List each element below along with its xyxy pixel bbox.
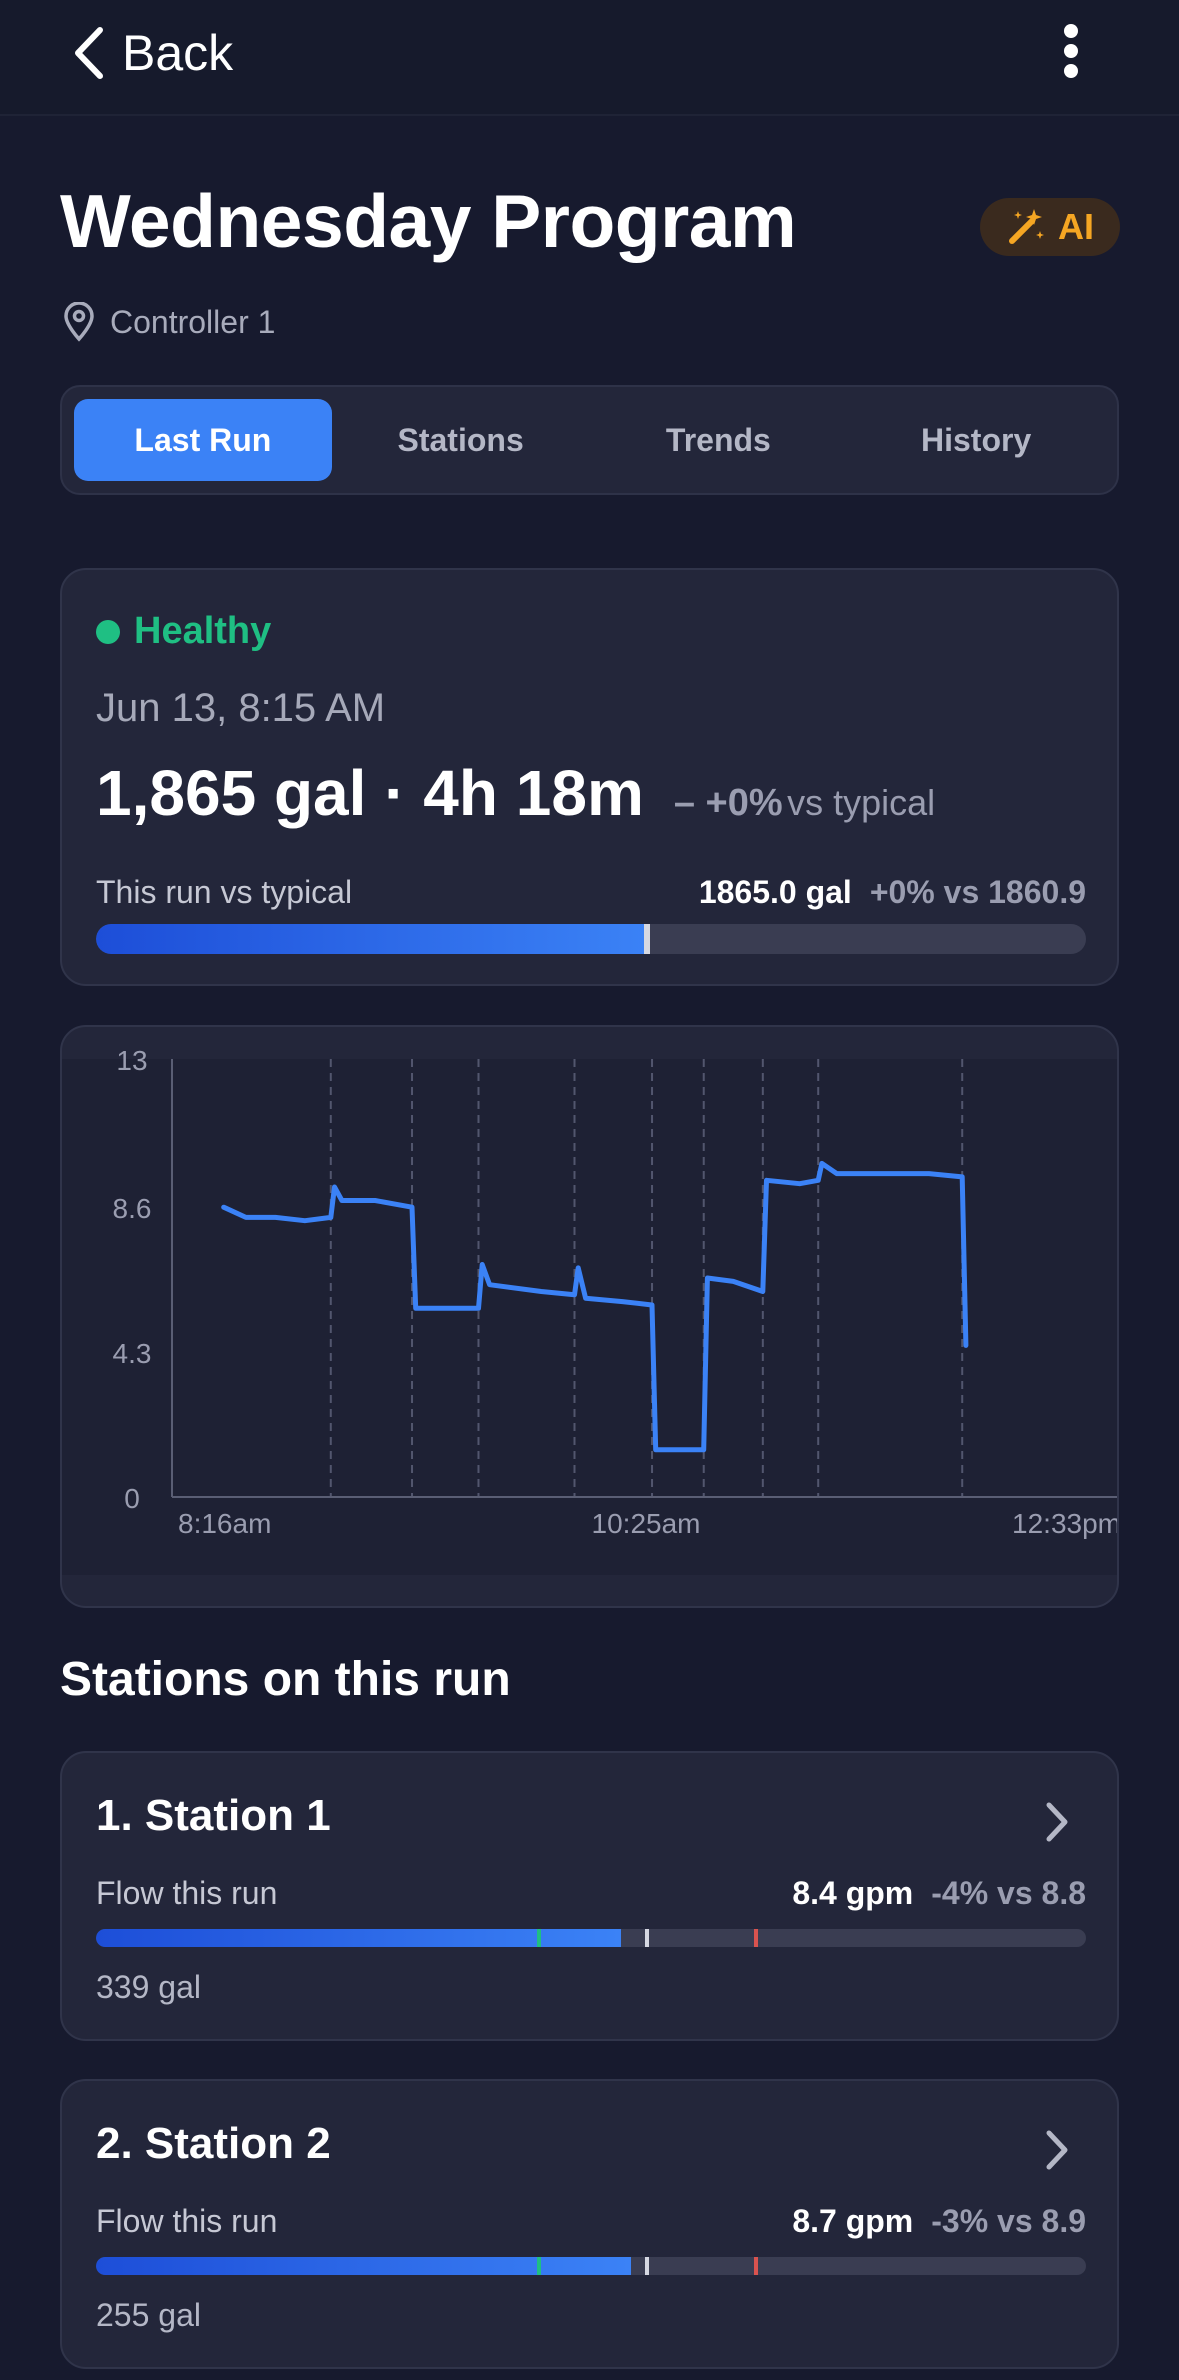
ai-label: AI: [1058, 206, 1094, 247]
high-threshold-tick: [754, 1929, 759, 1947]
chevron-right-icon[interactable]: [1037, 2125, 1077, 2175]
station-flow-bar: [96, 1929, 1086, 1947]
run-totals: 1,865 gal · 4h 18m – +0% vs typical: [96, 756, 935, 830]
run-total: 1,865 gal · 4h 18m: [96, 757, 644, 829]
flow-row: Flow this run 8.7 gpm -3% vs 8.9: [96, 2199, 1086, 2243]
chevron-right-icon[interactable]: [1037, 1797, 1077, 1847]
station-card[interactable]: 2. Station 2 Flow this run 8.7 gpm -3% v…: [60, 2079, 1119, 2369]
flow-label: Flow this run: [96, 1874, 278, 1911]
ai-button[interactable]: AI: [980, 198, 1120, 256]
run-date: Jun 13, 8:15 AM: [96, 686, 386, 730]
flow-delta: -4% vs 8.8: [931, 1874, 1086, 1911]
x-tick-label: 10:25am: [592, 1508, 701, 1539]
flow-row: Flow this run 8.4 gpm -4% vs 8.8: [96, 1871, 1086, 1915]
top-bar: Back: [0, 0, 1179, 116]
station-flow-fill: [96, 2257, 631, 2275]
flow-chart: 13 8.6 4.3 0 8:16am 10:25am 12:33pm: [62, 1045, 1119, 1575]
station-gallons: 255 gal: [96, 2297, 201, 2333]
low-threshold-tick: [536, 1929, 541, 1947]
station-gallons: 339 gal: [96, 1969, 201, 2005]
more-options-button[interactable]: [1050, 20, 1092, 82]
station-name: 2. Station 2: [96, 2119, 331, 2168]
y-tick-label: 13: [116, 1045, 147, 1076]
location-label: Controller 1: [110, 303, 276, 340]
back-label: Back: [122, 25, 234, 81]
low-threshold-tick: [536, 2257, 541, 2275]
station-card[interactable]: 1. Station 1 Flow this run 8.4 gpm -4% v…: [60, 1751, 1119, 2041]
typical-tick: [645, 1929, 650, 1947]
back-button[interactable]: Back: [70, 18, 233, 88]
compare-value: 1865.0 gal: [698, 873, 852, 910]
last-run-summary-card: Healthy Jun 13, 8:15 AM 1,865 gal · 4h 1…: [60, 568, 1119, 986]
x-tick-label: 8:16am: [178, 1508, 271, 1539]
map-pin-icon: [64, 302, 94, 342]
tab-trends[interactable]: Trends: [590, 399, 848, 481]
status-label: Healthy: [134, 610, 272, 652]
compare-label: This run vs typical: [96, 873, 353, 910]
compare-delta: +0% vs 1860.9: [869, 873, 1086, 910]
run-delta-label: vs typical: [787, 782, 936, 823]
chevron-left-icon: [75, 27, 103, 79]
more-vertical-icon: [1064, 24, 1078, 78]
y-tick-label: 8.6: [113, 1193, 152, 1224]
compare-row: This run vs typical 1865.0 gal +0% vs 18…: [96, 870, 1086, 914]
y-tick-label: 4.3: [113, 1338, 152, 1369]
flow-chart-card: 13 8.6 4.3 0 8:16am 10:25am 12:33pm: [60, 1025, 1119, 1608]
run-vs-typical-bar: [96, 924, 1086, 954]
run-delta: – +0%: [673, 782, 783, 824]
status-badge: Healthy: [96, 610, 271, 653]
high-threshold-tick: [754, 2257, 759, 2275]
typical-tick: [645, 2257, 650, 2275]
flow-delta: -3% vs 8.9: [931, 2202, 1086, 2239]
tab-history[interactable]: History: [847, 399, 1105, 481]
status-dot-icon: [96, 619, 120, 644]
typical-marker: [644, 924, 651, 954]
flow-label: Flow this run: [96, 2202, 278, 2239]
tab-stations[interactable]: Stations: [332, 399, 590, 481]
controller-location: Controller 1: [62, 300, 275, 344]
page-title: Wednesday Program: [60, 179, 797, 263]
station-flow-bar: [96, 2257, 1086, 2275]
magic-wand-icon: [1009, 209, 1044, 244]
flow-value: 8.7 gpm: [792, 2202, 914, 2239]
x-tick-label: 12:33pm: [1012, 1508, 1119, 1539]
stations-section-title: Stations on this run: [60, 1653, 511, 1706]
run-progress-fill: [96, 924, 648, 954]
tab-last-run[interactable]: Last Run: [74, 399, 332, 481]
tab-bar: Last Run Stations Trends History: [60, 385, 1119, 495]
flow-value: 8.4 gpm: [792, 1874, 914, 1911]
y-tick-label: 0: [124, 1483, 140, 1514]
station-flow-fill: [96, 1929, 621, 1947]
station-name: 1. Station 1: [96, 1791, 331, 1840]
